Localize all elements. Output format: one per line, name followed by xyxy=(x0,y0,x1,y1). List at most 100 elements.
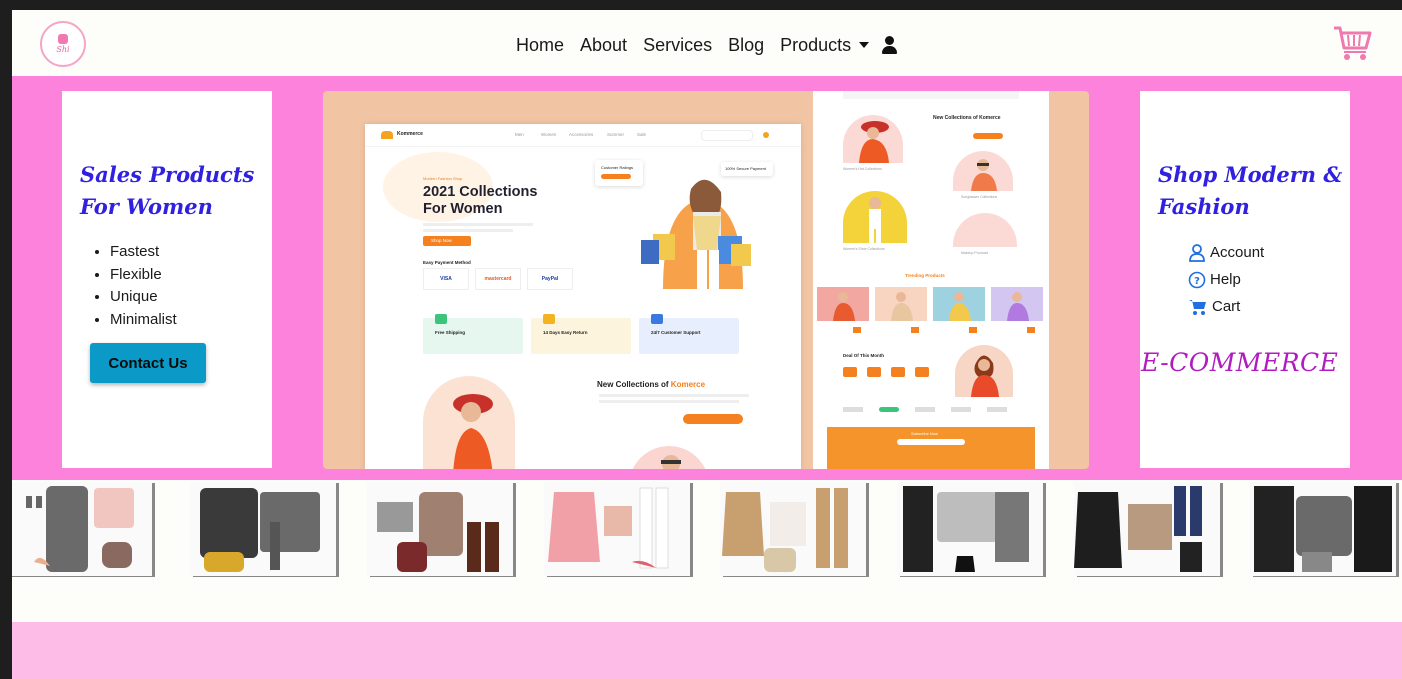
outfit-image xyxy=(1254,486,1392,572)
person-icon xyxy=(1189,243,1205,262)
mockup-search-input xyxy=(701,130,753,141)
hero-section: Sales Products For Women Fastest Flexibl… xyxy=(12,76,1402,480)
nav-services-link[interactable]: Services xyxy=(643,34,712,56)
svg-text:?: ? xyxy=(1194,276,1200,287)
mockup-price-tag xyxy=(1027,327,1035,333)
mockup-nav-item: Sale xyxy=(637,132,647,137)
outfit-tile[interactable] xyxy=(897,482,1043,576)
navbar: Shi Home About Services Blog Products xyxy=(12,10,1402,76)
mockup-section-title: New Collections of Komerce xyxy=(597,380,705,389)
mockup-newsletter: Subscribe Now xyxy=(827,427,1035,469)
mockup-text-line xyxy=(423,229,513,232)
mockup-feature-label: 24/7 Customer Support xyxy=(651,330,701,335)
mockup-product-thumb xyxy=(933,287,985,321)
outfit-image xyxy=(903,486,1029,572)
feature-item: Flexible xyxy=(110,264,177,287)
account-link[interactable]: Account xyxy=(1188,239,1264,266)
mockup-product-thumb xyxy=(991,287,1043,321)
outfit-image xyxy=(26,486,134,572)
mockup-feature-box: 24/7 Customer Support xyxy=(639,314,739,354)
feature-item: Fastest xyxy=(110,241,177,264)
help-label: Help xyxy=(1210,271,1241,288)
mockup-deal-arch xyxy=(955,345,1013,397)
nav-blog-link[interactable]: Blog xyxy=(728,34,764,56)
mockup-countdown xyxy=(843,367,933,379)
nav-about-link[interactable]: About xyxy=(580,34,627,56)
products-dropdown[interactable]: Products xyxy=(780,34,870,56)
nav-home-link[interactable]: Home xyxy=(516,34,564,56)
mockup-section-brand: Komerce xyxy=(670,380,706,389)
promo-title: Sales Products For Women xyxy=(80,162,255,219)
outfit-tile[interactable] xyxy=(544,482,690,576)
feature-list: Fastest Flexible Unique Minimalist xyxy=(90,241,177,331)
mockup-secure-label: 100% Secure Payment xyxy=(725,166,766,171)
mockup-side-page: Women's Hat Collections New Collections … xyxy=(813,91,1049,469)
outfit-tile[interactable] xyxy=(1250,482,1396,576)
outfit-tile[interactable] xyxy=(12,482,152,576)
mockup-main-page: Kommerce Men Women Accessories Summer Sa… xyxy=(365,124,801,469)
mockup-view-button xyxy=(683,414,743,424)
mockup-feature-label: 14 Days Easy Return xyxy=(543,330,588,335)
website-mockup-image: Kommerce Men Women Accessories Summer Sa… xyxy=(323,91,1089,469)
mockup-brand: Kommerce xyxy=(397,131,423,137)
mockup-product-thumb xyxy=(817,287,869,321)
outfit-image xyxy=(548,487,669,569)
mockup-feature-label: Free Shipping xyxy=(435,330,466,335)
footer-band xyxy=(12,622,1402,679)
mockup-text-line xyxy=(423,223,533,226)
mockup-side-arch xyxy=(953,213,1017,247)
mockup-mastercard: mastercard xyxy=(475,268,521,290)
mockup-side-arch xyxy=(843,115,903,163)
account-label: Account xyxy=(1210,244,1265,261)
mockup-feature-box: Free Shipping xyxy=(423,314,523,354)
question-circle-icon: ? xyxy=(1188,271,1206,288)
cart-link[interactable]: Cart xyxy=(1188,293,1264,320)
help-link[interactable]: ? Help xyxy=(1188,266,1264,293)
outfit-tile[interactable] xyxy=(190,482,336,576)
mockup-trending: Trending Products xyxy=(905,273,945,278)
outfit-tile[interactable] xyxy=(367,482,513,576)
outfit-image xyxy=(377,492,499,572)
mockup-payment-label: Easy Payment Method xyxy=(423,260,471,265)
mockup-brand-row xyxy=(843,407,1019,415)
mockup-side-button xyxy=(973,133,1003,139)
outfit-gallery xyxy=(12,482,1402,578)
mockup-text-line xyxy=(599,400,739,403)
mockup-product-thumb xyxy=(875,287,927,321)
mockup-deal: Deal Of This Month xyxy=(843,353,884,358)
logo-text: Shi xyxy=(56,45,70,54)
mockup-side-label: Sunglasses Collections xyxy=(961,195,998,199)
logo[interactable]: Shi xyxy=(40,21,86,67)
mockup-section-title-text: New Collections of xyxy=(597,380,669,389)
mockup-nav-item: Summer xyxy=(607,132,625,137)
shop-title: Shop Modern & Fashion xyxy=(1158,162,1343,219)
contact-us-button[interactable]: Contact Us xyxy=(90,343,206,383)
feature-item: Unique xyxy=(110,286,177,309)
feature-item: Minimalist xyxy=(110,309,177,332)
mockup-trending-label: Trending Products xyxy=(905,273,945,278)
mockup-collection-arch xyxy=(423,376,515,469)
outfit-image xyxy=(722,488,848,572)
mockup-price-tag xyxy=(853,327,861,333)
mockup-nav-item: Women xyxy=(541,132,557,137)
mockup-side-label: Makeup Products xyxy=(961,251,989,255)
mockup-newsletter-label: Subscribe Now xyxy=(911,431,938,436)
mockup-shop-button: Shop Now xyxy=(423,236,471,246)
outfit-tile[interactable] xyxy=(1074,482,1220,576)
outfit-image xyxy=(1074,486,1202,572)
outfit-tile[interactable] xyxy=(720,482,866,576)
user-icon[interactable] xyxy=(881,35,898,55)
mockup-logo-icon xyxy=(381,131,393,139)
mockup-text-line xyxy=(599,394,749,397)
cart-icon[interactable] xyxy=(1332,24,1374,62)
page: Shi Home About Services Blog Products Sa… xyxy=(12,10,1402,679)
cart-icon xyxy=(1189,299,1206,315)
mockup-price-tag xyxy=(911,327,919,333)
mockup-side-arch xyxy=(953,151,1013,191)
mockup-side-label: Women's Hat Collections xyxy=(843,167,882,171)
nav-products-link[interactable]: Products xyxy=(780,34,851,56)
mockup-secure-badge: 100% Secure Payment xyxy=(721,162,773,176)
mockup-price-tag xyxy=(969,327,977,333)
mockup-navbar: Kommerce Men Women Accessories Summer Sa… xyxy=(365,124,801,147)
mockup-side-arch xyxy=(843,191,907,243)
